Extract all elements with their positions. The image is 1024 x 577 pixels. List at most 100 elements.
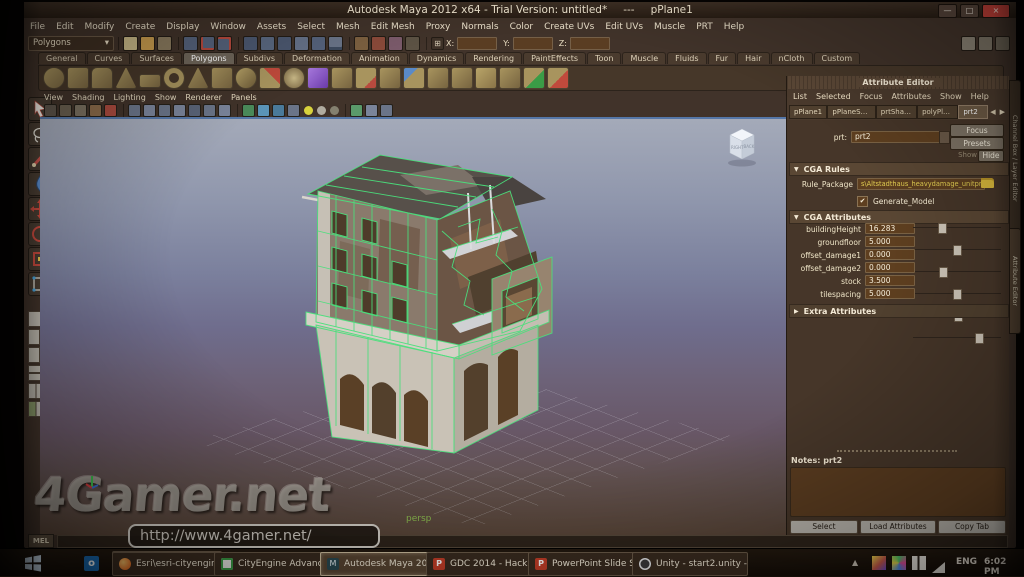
focus-button[interactable]: Focus [950,124,1004,137]
panel-menu-view[interactable]: View [44,93,63,102]
channel-box-toggle-icon[interactable] [995,36,1010,51]
snap-to-planes-icon[interactable] [294,36,309,51]
tray-network-icon[interactable] [932,558,945,577]
shelf-tab-custom[interactable]: Custom [814,52,861,64]
shelf-tab-muscle[interactable]: Muscle [622,52,666,64]
shadows-icon[interactable] [188,104,201,117]
shelf-tab-polygons[interactable]: Polygons [183,52,235,64]
render-settings-icon[interactable] [405,36,420,51]
attr-slider-offset-damage2[interactable] [913,289,1001,298]
ae-tab-prtshape1[interactable]: prtShape1 [876,105,917,119]
poly-pyramid-icon[interactable] [211,67,233,89]
poly-plane-icon[interactable] [139,74,161,88]
title-bar[interactable]: Autodesk Maya 2012 x64 - Trial Version: … [24,2,1016,18]
input-connections-icon[interactable] [328,36,343,51]
append-polygon-icon[interactable] [523,67,545,89]
select-by-object-icon[interactable] [260,36,275,51]
open-scene-icon[interactable] [140,36,155,51]
menu-edit[interactable]: Edit [56,22,73,32]
menu-muscle[interactable]: Muscle [654,22,685,32]
viewcube-right-label[interactable]: BACK [744,144,755,149]
menu-modify[interactable]: Modify [85,22,115,32]
shelf-tab-rendering[interactable]: Rendering [465,52,522,64]
prt-name-input[interactable]: prt2 [851,131,943,143]
extrude-icon[interactable] [427,67,449,89]
ae-menu-attributes[interactable]: Attributes [892,92,932,101]
attr-input-offset-damage2[interactable]: 0.000 [865,262,915,273]
menu-color[interactable]: Color [510,22,534,32]
shelf-tab-toon[interactable]: Toon [587,52,621,64]
shelf-tab-general[interactable]: General [38,52,86,64]
safe-action-icon[interactable] [330,106,339,115]
taskbar-task-esri[interactable]: Esri\esri-cityengine-s... [112,552,222,576]
attr-slider-offset-damage1[interactable] [913,267,1001,276]
taskbar-task-cityengine[interactable]: CityEngine Advance... [214,552,328,576]
mel-label[interactable]: MEL [28,534,54,548]
bevel-icon[interactable] [451,67,473,89]
lighting-mode-icon[interactable] [173,104,186,117]
select-by-hierarchy-icon[interactable] [243,36,258,51]
poly-helix-icon[interactable] [259,67,281,89]
grease-pencil-icon[interactable] [350,104,363,117]
attribute-editor-title[interactable]: Attribute Editor [787,76,1009,89]
exposure-icon[interactable] [287,104,300,117]
shaded-mode-icon[interactable] [143,104,156,117]
snap-to-curves-icon[interactable] [200,36,215,51]
save-scene-icon[interactable] [157,36,172,51]
menu-select[interactable]: Select [297,22,325,32]
new-scene-icon[interactable] [123,36,138,51]
screen-space-ao-icon[interactable] [203,104,216,117]
menu-file[interactable]: File [30,22,45,32]
taskbar-task-unity[interactable]: Unity - start2.unity - ... [632,552,748,576]
shelf-tab-ncloth[interactable]: nCloth [771,52,813,64]
camera-gate-icon[interactable] [365,104,378,117]
make-live-icon[interactable] [311,36,326,51]
panel-menu-renderer[interactable]: Renderer [185,93,222,102]
tray-language[interactable]: ENG [956,557,977,567]
isolate-select-icon[interactable] [242,104,255,117]
taskbar-task-maya[interactable]: M Autodesk Maya 2012... [320,552,434,576]
bookmark-icon[interactable] [89,104,102,117]
attr-input-groundfloor[interactable]: 5.000 [865,236,915,247]
taskbar-task-gdc[interactable]: P GDC 2014 - Hacking ... [426,552,536,576]
wireframe-mode-icon[interactable] [128,104,141,117]
tray-paint-icon[interactable] [872,556,886,570]
minimize-button[interactable]: — [938,4,957,18]
poly-torus-icon[interactable] [163,67,185,89]
shelf-tab-deformation[interactable]: Deformation [284,52,350,64]
menu-mesh[interactable]: Mesh [336,22,360,32]
ae-menu-list[interactable]: List [793,92,807,101]
attribute-editor-side-tab[interactable]: Attribute Editor [1009,228,1021,334]
z-input[interactable] [570,37,610,50]
snap-to-points-icon[interactable] [217,36,232,51]
poly-cube-icon[interactable] [67,67,89,89]
tab-prev-icon[interactable]: ◀ [988,108,997,116]
xray-joints-icon[interactable] [272,104,285,117]
menu-normals[interactable]: Normals [461,22,498,32]
attr-input-tilespacing[interactable]: 5.000 [865,288,915,299]
menu-assets[interactable]: Assets [257,22,286,32]
sculpt-geometry-icon[interactable] [331,67,353,89]
close-button[interactable]: × [982,4,1010,18]
viewcube[interactable]: RIGHT BACK [728,129,756,167]
tab-next-icon[interactable]: ▶ [998,108,1007,116]
browse-folder-icon[interactable] [981,178,994,188]
ae-tab-prt2[interactable]: prt2 [958,105,988,119]
menu-set-selector[interactable]: Polygons ▾ [28,36,114,51]
outlook-icon[interactable]: o [84,556,99,571]
channel-box-side-tab[interactable]: Channel Box / Layer Editor [1009,80,1021,236]
merge-vertices-icon[interactable] [499,67,521,89]
start-button[interactable] [24,554,42,576]
poly-sphere-icon[interactable] [43,67,65,89]
x-input[interactable] [457,37,497,50]
construction-history-icon[interactable] [354,36,369,51]
combine-icon[interactable] [355,67,377,89]
poly-cylinder-icon[interactable] [91,67,113,89]
menu-help[interactable]: Help [724,22,745,32]
tool-settings-toggle-icon[interactable] [978,36,993,51]
cga-attributes-header[interactable]: ▼ CGA Attributes [789,210,1009,224]
menu-edit-uvs[interactable]: Edit UVs [605,22,643,32]
generate-model-checkbox[interactable]: ✔ [857,196,868,207]
notes-textarea[interactable] [790,467,1006,517]
panel-menu-show[interactable]: Show [155,93,177,102]
